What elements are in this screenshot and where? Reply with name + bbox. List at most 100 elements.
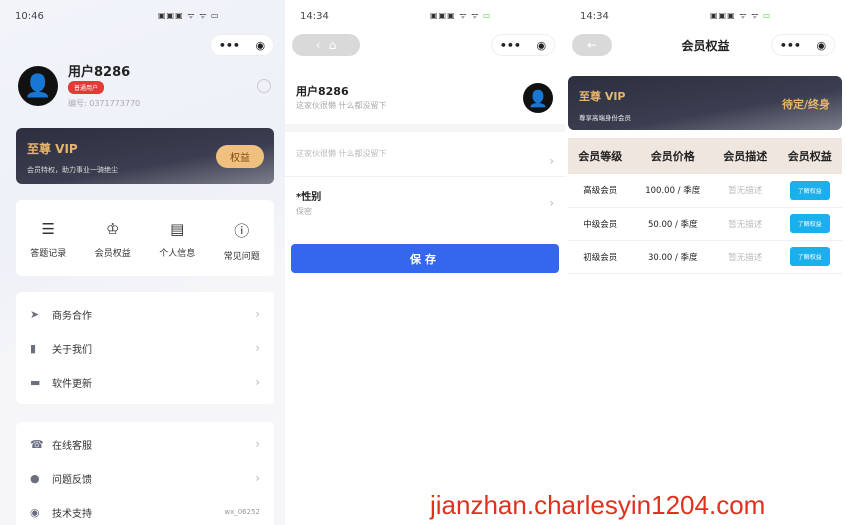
quick-grid: ☰ 答题记录 ♔ 会员权益 ▤ 个人信息 ⓘ 常见问题 (16, 200, 274, 276)
level-cell: 中级会员 (568, 207, 633, 241)
price-cell: 100.00 / 季度 (632, 174, 714, 208)
message-icon: ▬ (30, 375, 41, 389)
menu-item-service[interactable]: ☎ 在线客服 › (16, 427, 274, 461)
status-time: 14:34 (300, 11, 329, 22)
chevron-right-icon: › (549, 154, 554, 168)
learn-benefits-button[interactable]: 了解权益 (789, 247, 830, 266)
vip-card: 至尊 VIP 尊享高端身份会员 待定/终身 (568, 76, 842, 130)
grid-label: 会员权益 (94, 249, 131, 259)
menu-label: 软件更新 (52, 378, 92, 390)
bookmark-icon: ▮ (30, 341, 37, 355)
nav-back-home[interactable]: ‹ ⌂ (292, 34, 360, 56)
chevron-right-icon: › (255, 375, 260, 389)
crown-icon: ♔ (106, 220, 120, 238)
gender-value[interactable]: 保密 (296, 206, 321, 217)
more-icon[interactable]: ••• (500, 39, 521, 52)
table-header: 会员等级 会员价格 会员描述 会员权益 (568, 138, 842, 174)
status-icons: ▣▣▣ ᯤ ᯤ ▭ (430, 11, 492, 20)
watermark: jianzhan.charlesyin1204.com (430, 490, 766, 520)
level-cell: 高级会员 (568, 174, 633, 208)
column-header: 会员价格 (632, 138, 714, 174)
gender-field[interactable]: *性别保密 › (296, 188, 554, 217)
menu-group-1: ➤ 商务合作 › ▮ 关于我们 › ▬ 软件更新 › (16, 292, 274, 404)
vip-subtitle: 会员特权，助力事业一骑绝尘 (27, 166, 118, 174)
settings-icon[interactable] (257, 79, 271, 93)
vip-term: 待定/终身 (781, 98, 830, 111)
user-badge: 普通用户 (68, 81, 105, 94)
status-time: 10:46 (15, 11, 44, 22)
capsule-menu[interactable]: ••• ◉ (771, 34, 835, 56)
gender-label: *性别 (296, 192, 322, 203)
chevron-right-icon: › (255, 341, 260, 355)
status-icons: ▣▣▣ ᯤ ᯤ ▭ (710, 11, 772, 20)
grid-label: 个人信息 (159, 249, 196, 259)
menu-label: 关于我们 (52, 344, 92, 356)
learn-benefits-button[interactable]: 了解权益 (789, 180, 830, 200)
vip-card[interactable]: 至尊 VIP 会员特权，助力事业一骑绝尘 权益 (16, 128, 274, 184)
user-bio: 这家伙很懒 什么都没留下 (296, 101, 387, 110)
menu-label: 商务合作 (52, 310, 92, 322)
table-row: 初级会员 30.00 / 季度 暂无描述 了解权益 (568, 240, 842, 274)
table-row: 高级会员 100.00 / 季度 暂无描述 了解权益 (568, 174, 842, 208)
menu-item-about[interactable]: ▮ 关于我们 › (16, 331, 274, 365)
close-target-icon[interactable]: ◉ (256, 39, 266, 52)
desc-cell: 暂无描述 (713, 207, 778, 241)
headset-icon: ☎ (30, 437, 44, 451)
profile-screen: 10:46 ▣▣▣ ᯤ ᯤ ▭ ••• ◉ 👤 用户8286 普通用户 编号: 0… (0, 0, 285, 525)
chevron-right-icon: › (255, 307, 260, 321)
info-icon: ● (30, 471, 40, 485)
status-icons: ▣▣▣ ᯤ ᯤ ▭ (158, 11, 220, 20)
avatar[interactable]: 👤 (523, 83, 553, 113)
menu-group-2: ☎ 在线客服 › ● 问题反馈 › ◉ 技术支持 wx_06252 (16, 422, 274, 525)
column-header: 会员描述 (713, 138, 778, 174)
benefits-table: 会员等级 会员价格 会员描述 会员权益 高级会员 100.00 / 季度 暂无描述了… (568, 138, 842, 274)
chevron-right-icon: › (549, 196, 554, 210)
home-icon[interactable]: ⌂ (329, 38, 337, 52)
table-row: 中级会员 50.00 / 季度 暂无描述 了解权益 (568, 207, 842, 241)
vip-subtitle: 尊享高端身份会员 (579, 114, 631, 122)
grid-label: 答题记录 (30, 249, 67, 259)
grid-item-benefits[interactable]: ♔ 会员权益 (95, 220, 131, 262)
edit-profile-screen: 14:34 ▣▣▣ ᯤ ᯤ ▭ ‹ ⌂ ••• ◉ 用户8286 这家伙很懒 什么都… (285, 0, 565, 525)
username: 用户8286 (68, 65, 131, 80)
menu-item-feedback[interactable]: ● 问题反馈 › (16, 461, 274, 495)
benefits-button[interactable]: 权益 (216, 145, 264, 168)
bio-input[interactable]: 这家伙很懒 什么都没留下 (296, 148, 387, 168)
price-cell: 30.00 / 季度 (632, 240, 714, 274)
column-header: 会员权益 (777, 138, 842, 174)
bio-field[interactable]: 这家伙很懒 什么都没留下 › (296, 148, 554, 168)
menu-item-support[interactable]: ◉ 技术支持 wx_06252 (16, 495, 274, 525)
chevron-right-icon: › (255, 471, 260, 485)
desc-cell: 暂无描述 (713, 174, 778, 208)
close-target-icon[interactable]: ◉ (817, 39, 827, 52)
support-contact: wx_06252 (224, 508, 260, 516)
learn-benefits-button[interactable]: 了解权益 (789, 214, 830, 233)
close-target-icon[interactable]: ◉ (537, 39, 547, 52)
back-icon[interactable]: ‹ (316, 38, 321, 52)
status-time: 14:34 (580, 11, 609, 22)
support-icon: ◉ (30, 505, 40, 519)
grid-label: 常见问题 (223, 252, 260, 262)
price-cell: 50.00 / 季度 (632, 207, 714, 241)
username: 用户8286 (296, 85, 349, 98)
vip-title: 至尊 VIP (579, 90, 626, 103)
menu-item-business[interactable]: ➤ 商务合作 › (16, 297, 274, 331)
menu-label: 在线客服 (52, 440, 92, 452)
menu-item-update[interactable]: ▬ 软件更新 › (16, 365, 274, 399)
grid-item-records[interactable]: ☰ 答题记录 (30, 220, 66, 262)
save-button[interactable]: 保存 (291, 244, 559, 273)
avatar[interactable]: 👤 (18, 66, 58, 106)
capsule-menu[interactable]: ••• ◉ (491, 34, 555, 56)
menu-label: 技术支持 (52, 508, 92, 520)
id-card-icon: ▤ (170, 220, 185, 238)
more-icon[interactable]: ••• (780, 39, 801, 52)
level-cell: 初级会员 (568, 240, 633, 274)
grid-item-faq[interactable]: ⓘ 常见问题 (224, 220, 260, 262)
grid-item-info[interactable]: ▤ 个人信息 (159, 220, 195, 262)
send-icon: ➤ (30, 307, 40, 321)
capsule-menu[interactable]: ••• ◉ (210, 34, 274, 56)
menu-label: 问题反馈 (52, 474, 92, 486)
user-id: 编号: 0371773770 (68, 99, 141, 108)
vip-title: 至尊 VIP (27, 142, 78, 156)
more-icon[interactable]: ••• (219, 39, 240, 52)
